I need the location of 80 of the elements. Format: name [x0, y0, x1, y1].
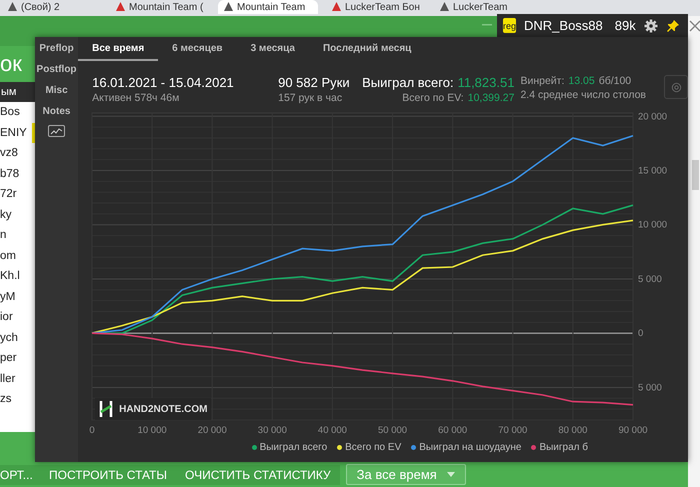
- logo-icon: [99, 401, 114, 417]
- list-row[interactable]: om: [0, 246, 35, 266]
- sidebar-item[interactable]: Notes: [42, 104, 70, 119]
- x-tick-label: 80 000: [558, 425, 588, 436]
- legend-label: Выиграл всего: [260, 442, 328, 453]
- winrate-unit: бб/100: [598, 75, 632, 87]
- settings-button[interactable]: [664, 75, 688, 99]
- y-tick-label: 0: [638, 328, 644, 340]
- list-row[interactable]: yM: [0, 286, 35, 307]
- browser-tab[interactable]: LuckerTeam: [434, 0, 534, 14]
- y-tick-label: 20 000: [638, 111, 668, 122]
- hands-count: 89k: [614, 18, 636, 33]
- x-tick-label: 10 000: [138, 425, 167, 436]
- hands-total: 90 582 Руки: [278, 75, 351, 90]
- x-tick-label: 0: [89, 425, 95, 436]
- list-row[interactable]: b78: [0, 164, 35, 184]
- tab-icon: [116, 2, 125, 11]
- list-row[interactable]: ller: [0, 368, 35, 389]
- graph-icon[interactable]: [48, 125, 66, 137]
- won-label: Выиграл всего:: [362, 75, 454, 90]
- x-tick-label: 40 000: [318, 425, 348, 436]
- browser-tab[interactable]: Mountain Team: [218, 0, 318, 14]
- tab-icon: [440, 2, 449, 11]
- x-tick-label: 50 000: [378, 425, 408, 436]
- winrate-label: Винрейт:: [520, 75, 564, 87]
- list-row[interactable]: vz8: [0, 143, 35, 164]
- y-tick-label: 15 000: [638, 166, 668, 176]
- sidebar-item[interactable]: Preflop: [39, 41, 74, 56]
- banner-text: ок: [0, 46, 35, 82]
- pin-icon[interactable]: [666, 18, 680, 32]
- browser-tab[interactable]: (Свой) 2: [2, 0, 102, 14]
- list-row[interactable]: zs: [0, 389, 35, 410]
- dropdown-value: За все время: [356, 467, 437, 482]
- tab-icon: [224, 2, 233, 11]
- winrate-value: 13.05: [568, 75, 595, 87]
- period-tab[interactable]: 6 месяцев: [158, 37, 237, 61]
- logo-text: HAND2NOTE.COM: [119, 404, 208, 414]
- sidebar-item[interactable]: Misc: [45, 83, 68, 98]
- list-row[interactable]: ior: [0, 307, 35, 328]
- player-badge: reg: [503, 18, 516, 33]
- list-header: ым: [0, 82, 35, 102]
- legend-label: Выиграл на шоудауне: [419, 442, 522, 453]
- ev-label: Всего по EV:: [402, 92, 464, 104]
- date-range: 16.01.2021 - 15.04.2021: [92, 75, 235, 90]
- player-name: DNR_Boss88: [524, 18, 603, 33]
- tables-average: 2.4 среднее число столов: [520, 89, 646, 101]
- period-tab[interactable]: Последний месяц: [308, 37, 426, 61]
- caret-icon: [446, 472, 455, 477]
- close-icon[interactable]: [688, 18, 700, 32]
- list-row[interactable]: 72r: [0, 184, 35, 204]
- x-tick-label: 70 000: [498, 425, 528, 436]
- browser-tab[interactable]: LuckerTeam Бон: [326, 0, 426, 14]
- sidebar-item[interactable]: Postflop: [36, 62, 77, 77]
- scrollbar-thumb[interactable]: [692, 160, 699, 190]
- browser-tab[interactable]: Mountain Team (: [110, 0, 210, 14]
- x-tick-label: 90 000: [618, 425, 648, 436]
- x-tick-label: 30 000: [258, 425, 287, 436]
- list-row[interactable]: ky: [0, 204, 35, 225]
- list-row[interactable]: per: [0, 348, 35, 368]
- list-row[interactable]: ych: [0, 328, 35, 348]
- x-tick-label: 60 000: [438, 425, 468, 436]
- y-tick-label: 10 000: [638, 220, 668, 231]
- y-tick-label: 5 000: [638, 382, 662, 394]
- settings-icon: [670, 80, 682, 94]
- list-row[interactable]: Kh.l: [0, 266, 35, 286]
- legend-label: Выиграл б: [539, 442, 588, 453]
- period-tab[interactable]: Все время: [78, 37, 158, 61]
- hands-per-hour: 157 рук в час: [278, 92, 344, 104]
- y-tick-label: 5 000: [638, 274, 662, 285]
- legend-label: Всего по EV: [345, 442, 402, 453]
- list-row[interactable]: Bos: [0, 102, 35, 122]
- list-row[interactable]: n: [0, 225, 35, 246]
- won-value: 11,823.51: [458, 75, 514, 90]
- x-tick-label: 20 000: [198, 425, 227, 436]
- tab-icon: [332, 2, 341, 11]
- active-time: Активен 578ч 46м: [92, 92, 180, 104]
- period-tab[interactable]: 3 месяца: [236, 37, 309, 61]
- tab-icon: [8, 2, 17, 11]
- ev-value: 10,399.27: [468, 92, 514, 104]
- settings-icon[interactable]: [644, 18, 658, 32]
